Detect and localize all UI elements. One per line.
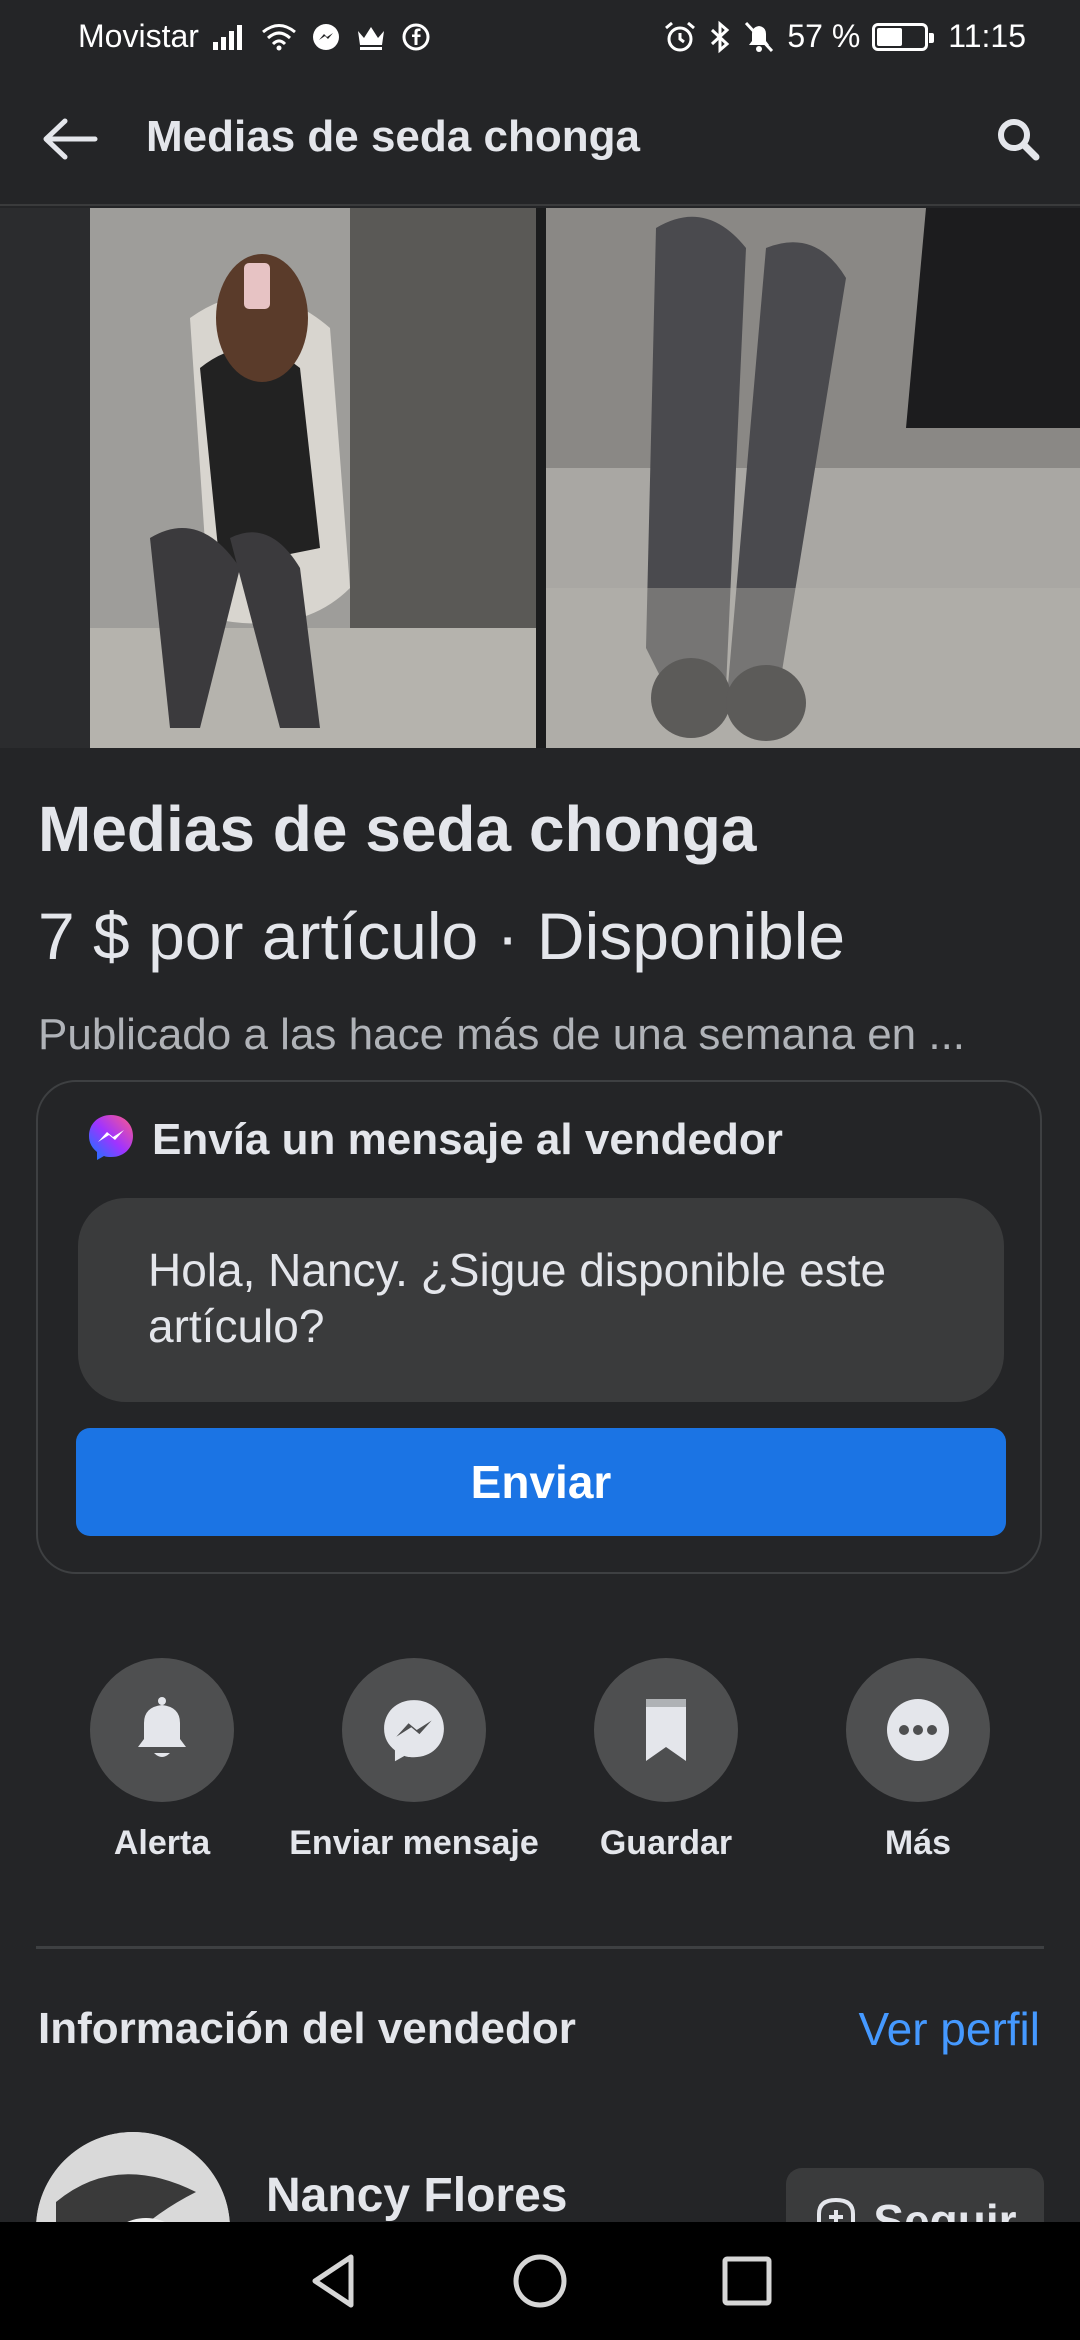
send-message-action[interactable]: Enviar mensaje bbox=[288, 1658, 540, 1863]
section-divider bbox=[36, 1946, 1044, 1949]
view-profile-link[interactable]: Ver perfil bbox=[858, 2002, 1040, 2056]
send-button[interactable]: Enviar bbox=[76, 1428, 1006, 1536]
search-icon bbox=[998, 119, 1040, 161]
message-seller-card: Envía un mensaje al vendedor Hola, Nancy… bbox=[36, 1080, 1042, 1574]
more-action[interactable]: Más bbox=[792, 1658, 1044, 1863]
back-arrow-icon bbox=[43, 118, 98, 160]
battery-percent: 57 % bbox=[787, 18, 861, 54]
messenger-notification-icon bbox=[311, 19, 341, 55]
alert-label: Alerta bbox=[113, 1824, 211, 1862]
battery-icon bbox=[872, 22, 935, 51]
alert-action[interactable]: Alerta bbox=[36, 1658, 288, 1863]
messenger-icon[interactable] bbox=[342, 1658, 486, 1802]
back-button[interactable] bbox=[36, 105, 104, 173]
system-nav-bar bbox=[0, 2222, 1080, 2340]
listing-title: Medias de seda chonga bbox=[38, 793, 757, 865]
more-icon[interactable] bbox=[846, 1658, 990, 1802]
nav-back-button[interactable] bbox=[293, 2241, 373, 2321]
crown-icon bbox=[355, 19, 387, 55]
more-label: Más bbox=[884, 1824, 952, 1862]
seller-info-heading: Información del vendedor bbox=[38, 2004, 576, 2053]
listing-photos[interactable] bbox=[0, 208, 1080, 748]
carrier-label: Movistar bbox=[78, 18, 199, 54]
send-message-label: Enviar mensaje bbox=[289, 1824, 539, 1862]
alarm-icon bbox=[663, 19, 697, 55]
messenger-icon bbox=[86, 1112, 136, 1167]
circle-home-icon bbox=[513, 2254, 567, 2308]
save-label: Guardar bbox=[599, 1824, 733, 1862]
listing-photo-1[interactable] bbox=[0, 208, 536, 748]
square-recents-icon bbox=[722, 2256, 772, 2306]
action-row: Alerta Enviar mensaje Guardar Más bbox=[0, 1658, 1080, 1862]
listing-photo-2[interactable] bbox=[546, 208, 1080, 748]
clock: 11:15 bbox=[948, 18, 1026, 54]
nav-recents-button[interactable] bbox=[707, 2241, 787, 2321]
bell-muted-icon bbox=[743, 19, 775, 55]
message-card-heading: Envía un mensaje al vendedor bbox=[152, 1114, 783, 1164]
nav-home-button[interactable] bbox=[500, 2241, 580, 2321]
bluetooth-icon bbox=[709, 19, 731, 55]
facebook-notification-icon bbox=[401, 19, 431, 55]
bookmark-icon[interactable] bbox=[594, 1658, 738, 1802]
search-button[interactable] bbox=[984, 105, 1052, 173]
listing-price-availability: 7 $ por artículo · Disponible bbox=[38, 899, 846, 973]
app-bar: Medias de seda chonga bbox=[0, 72, 1080, 206]
app-bar-title: Medias de seda chonga bbox=[146, 112, 640, 161]
status-bar: Movistar 57 % 11:15 bbox=[0, 0, 1080, 72]
signal-icon bbox=[212, 19, 247, 55]
save-action[interactable]: Guardar bbox=[540, 1658, 792, 1863]
listing-posted-info[interactable]: Publicado a las hace más de una semana e… bbox=[38, 1010, 1048, 1060]
wifi-icon bbox=[261, 19, 297, 55]
message-input[interactable]: Hola, Nancy. ¿Sigue disponible este artí… bbox=[78, 1198, 1004, 1402]
seller-name[interactable]: Nancy Flores bbox=[266, 2168, 567, 2223]
triangle-back-icon bbox=[312, 2254, 354, 2308]
bell-icon[interactable] bbox=[90, 1658, 234, 1802]
